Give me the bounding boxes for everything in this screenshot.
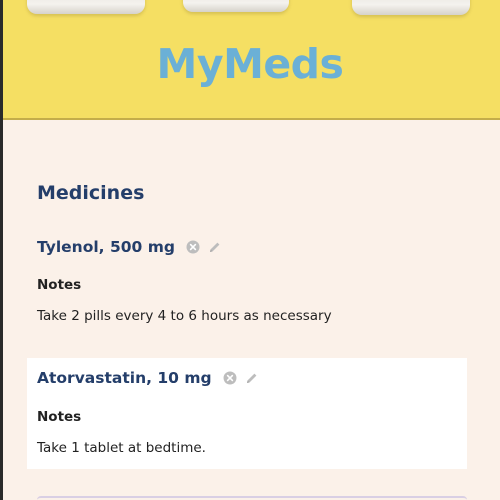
circle-x-icon[interactable] [222, 370, 238, 386]
pill-pack-image [27, 0, 145, 14]
notes-text: Take 1 tablet at bedtime. [37, 440, 206, 456]
main-content: Medicines Tylenol, 500 mg Notes Take 2 p… [0, 120, 500, 500]
medicine-name: Atorvastatin, 10 mg [37, 369, 212, 387]
pencil-icon[interactable] [244, 370, 260, 386]
medicine-card: Atorvastatin, 10 mg Notes Take 1 tablet … [27, 358, 467, 469]
medicine-name: Tylenol, 500 mg [37, 238, 175, 256]
hero-banner: MyMeds [0, 0, 500, 120]
next-card-edge [37, 496, 467, 500]
pill-pack-image [352, 0, 470, 15]
notes-label: Notes [37, 409, 82, 425]
section-title: Medicines [37, 182, 145, 204]
medicine-header: Tylenol, 500 mg [37, 238, 223, 256]
app-title: MyMeds [156, 40, 344, 88]
medicine-header: Atorvastatin, 10 mg [37, 369, 260, 387]
pencil-icon[interactable] [207, 239, 223, 255]
notes-text: Take 2 pills every 4 to 6 hours as neces… [37, 308, 332, 324]
window-left-border [0, 0, 3, 500]
notes-label: Notes [37, 277, 82, 293]
app-window: MyMeds Medicines Tylenol, 500 mg Notes T… [0, 0, 500, 500]
medicine-card: Tylenol, 500 mg Notes Take 2 pills every… [27, 230, 467, 330]
circle-x-icon[interactable] [185, 239, 201, 255]
pill-pack-image [183, 0, 289, 12]
